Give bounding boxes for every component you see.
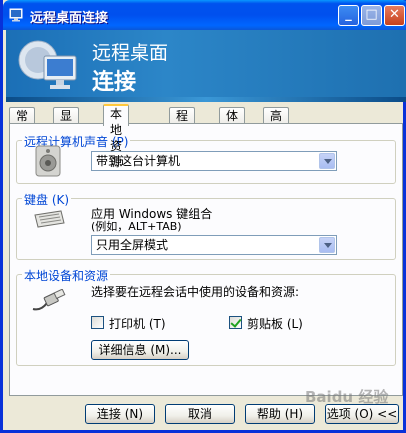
details-button[interactable]: 详细信息 (M)... <box>91 340 189 360</box>
sound-select[interactable]: 带到这台计算机 <box>91 151 337 171</box>
usb-plug-icon <box>32 289 66 311</box>
devices-group-label: 本地设备和资源 <box>22 267 111 284</box>
remote-desktop-icon <box>9 8 23 22</box>
sound-select-value: 带到这台计算机 <box>96 154 181 168</box>
header-banner: 远程桌面 连接 <box>6 30 406 102</box>
keyboard-description-line2: (例如，ALT+TAB) <box>91 220 182 233</box>
cancel-button[interactable]: 取消 <box>165 404 235 424</box>
keyboard-select-value: 只用全屏模式 <box>96 238 169 252</box>
local-resources-panel: 远程计算机声音 (P) 带到这台计算机 键盘 (K) 应用 Windows 键组… <box>9 123 403 396</box>
devices-description: 选择要在远程会话中使用的设备和资源: <box>91 285 300 299</box>
title-bar[interactable]: 远程桌面连接 _ □ ✕ <box>3 0 406 30</box>
chevron-down-icon[interactable] <box>319 153 335 169</box>
keyboard-group-label: 键盘 (K) <box>22 191 72 208</box>
keyboard-icon <box>34 210 65 228</box>
close-button[interactable]: ✕ <box>384 5 405 26</box>
printer-checkbox[interactable] <box>91 316 104 329</box>
banner-title-line1: 远程桌面 <box>92 42 169 64</box>
chevron-down-icon[interactable] <box>319 237 335 253</box>
tab-local-resources[interactable]: 本地资源 <box>103 104 130 169</box>
remote-desktop-window: 远程桌面连接 _ □ ✕ 远程桌面 连接 常规 显示 本地资源 程序 体验 高级… <box>0 0 406 433</box>
keyboard-select[interactable]: 只用全屏模式 <box>91 235 337 255</box>
banner-stripe <box>6 97 406 102</box>
watermark: Baidu 经验 <box>305 388 389 406</box>
banner-title-line2: 连接 <box>92 70 137 95</box>
sound-group: 远程计算机声音 (P) 带到这台计算机 <box>16 133 396 184</box>
remote-desktop-logo-icon <box>18 40 77 89</box>
clipboard-checkbox[interactable] <box>229 316 242 329</box>
printer-label[interactable]: 打印机 (T) <box>109 315 166 332</box>
keyboard-group: 键盘 (K) 应用 Windows 键组合 (例如，ALT+TAB) 只用全屏模… <box>16 191 396 260</box>
devices-group: 本地设备和资源 选择要在远程会话中使用的设备和资源: 打印机 (T) 剪贴板 (… <box>16 267 396 366</box>
help-button[interactable]: 帮助 (H) <box>245 404 315 424</box>
options-button[interactable]: 选项 (O) << <box>325 404 399 424</box>
window-title: 远程桌面连接 <box>30 11 109 26</box>
speaker-icon <box>35 145 61 177</box>
connect-button[interactable]: 连接 (N) <box>85 404 155 424</box>
maximize-button[interactable]: □ <box>361 5 382 26</box>
minimize-button[interactable]: _ <box>338 5 359 26</box>
clipboard-label[interactable]: 剪贴板 (L) <box>247 315 303 332</box>
